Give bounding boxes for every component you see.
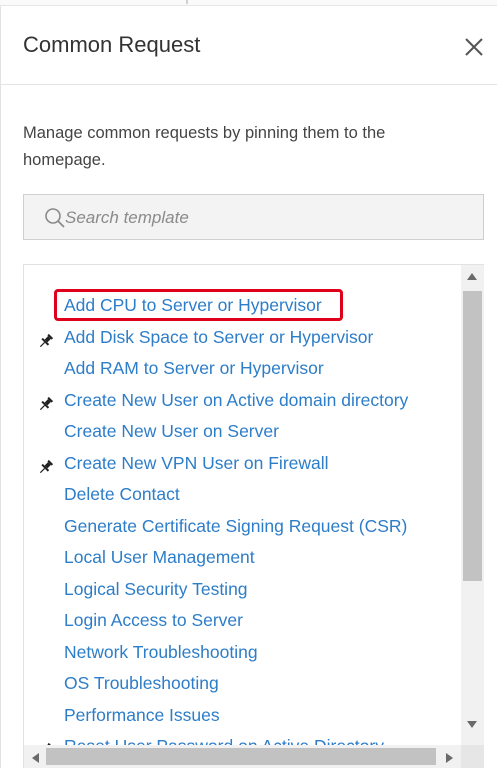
- request-list-item[interactable]: Add Disk Space to Server or Hypervisor: [24, 325, 461, 353]
- request-link[interactable]: OS Troubleshooting: [64, 673, 219, 694]
- request-list-item[interactable]: Create New User on Server: [24, 419, 461, 447]
- horizontal-scrollbar[interactable]: [24, 745, 461, 768]
- request-list-item[interactable]: Delete Contact: [24, 482, 461, 510]
- scrollbar-corner: [461, 745, 484, 768]
- pin-icon[interactable]: [38, 459, 54, 475]
- vertical-scrollbar[interactable]: [461, 265, 484, 745]
- request-link[interactable]: Generate Certificate Signing Request (CS…: [64, 516, 407, 537]
- pin-icon[interactable]: [38, 333, 54, 349]
- vertical-scroll-thumb[interactable]: [463, 291, 482, 581]
- request-link[interactable]: Create New User on Active domain directo…: [64, 390, 408, 411]
- request-link[interactable]: Create New User on Server: [64, 421, 279, 442]
- request-link[interactable]: Add RAM to Server or Hypervisor: [64, 358, 324, 379]
- request-list-item[interactable]: Login Access to Server: [24, 608, 461, 636]
- scroll-right-arrow-icon[interactable]: [446, 753, 453, 763]
- pin-icon[interactable]: [38, 396, 54, 412]
- scroll-left-arrow-icon[interactable]: [32, 753, 39, 763]
- request-link[interactable]: Add CPU to Server or Hypervisor: [64, 295, 322, 316]
- request-list-item[interactable]: Local User Management: [24, 545, 461, 573]
- top-strip-tick: [186, 0, 188, 4]
- request-list-item[interactable]: Reset User Password on Active Directory: [24, 734, 461, 745]
- request-list-item[interactable]: OS Troubleshooting: [24, 671, 461, 699]
- request-list-item[interactable]: Performance Issues: [24, 703, 461, 731]
- request-list-frame: Add CPU to Server or Hypervisor Add Disk …: [23, 264, 484, 768]
- request-link[interactable]: Add Disk Space to Server or Hypervisor: [64, 327, 373, 348]
- scroll-down-arrow-icon[interactable]: [467, 721, 477, 728]
- search-icon: [45, 208, 65, 228]
- request-list: Add CPU to Server or Hypervisor Add Disk …: [24, 265, 461, 745]
- request-link[interactable]: Logical Security Testing: [64, 579, 248, 600]
- request-link[interactable]: Network Troubleshooting: [64, 642, 258, 663]
- panel-description: Manage common requests by pinning them t…: [23, 124, 386, 169]
- close-button[interactable]: [461, 34, 487, 60]
- request-link[interactable]: Create New VPN User on Firewall: [64, 453, 329, 474]
- request-list-item[interactable]: Generate Certificate Signing Request (CS…: [24, 514, 461, 542]
- search-box[interactable]: [23, 194, 484, 240]
- close-icon: [465, 38, 483, 56]
- request-link[interactable]: Reset User Password on Active Directory: [64, 736, 384, 745]
- request-list-item[interactable]: Add RAM to Server or Hypervisor: [24, 356, 461, 384]
- request-link[interactable]: Performance Issues: [64, 705, 220, 726]
- panel-header: Common Request: [1, 6, 497, 85]
- scroll-up-arrow-icon[interactable]: [467, 273, 477, 280]
- request-list-item[interactable]: Network Troubleshooting: [24, 640, 461, 668]
- request-list-item[interactable]: Create New User on Active domain directo…: [24, 388, 461, 416]
- search-input[interactable]: [65, 203, 465, 233]
- horizontal-scroll-thumb[interactable]: [46, 748, 436, 765]
- common-request-panel: Common Request Manage common requests by…: [0, 6, 497, 768]
- request-link[interactable]: Local User Management: [64, 547, 255, 568]
- panel-title: Common Request: [23, 32, 201, 57]
- request-link[interactable]: Login Access to Server: [64, 610, 243, 631]
- request-list-item[interactable]: Add CPU to Server or Hypervisor: [24, 289, 461, 321]
- request-list-item[interactable]: Logical Security Testing: [24, 577, 461, 605]
- request-list-item[interactable]: Create New VPN User on Firewall: [24, 451, 461, 479]
- request-link[interactable]: Delete Contact: [64, 484, 180, 505]
